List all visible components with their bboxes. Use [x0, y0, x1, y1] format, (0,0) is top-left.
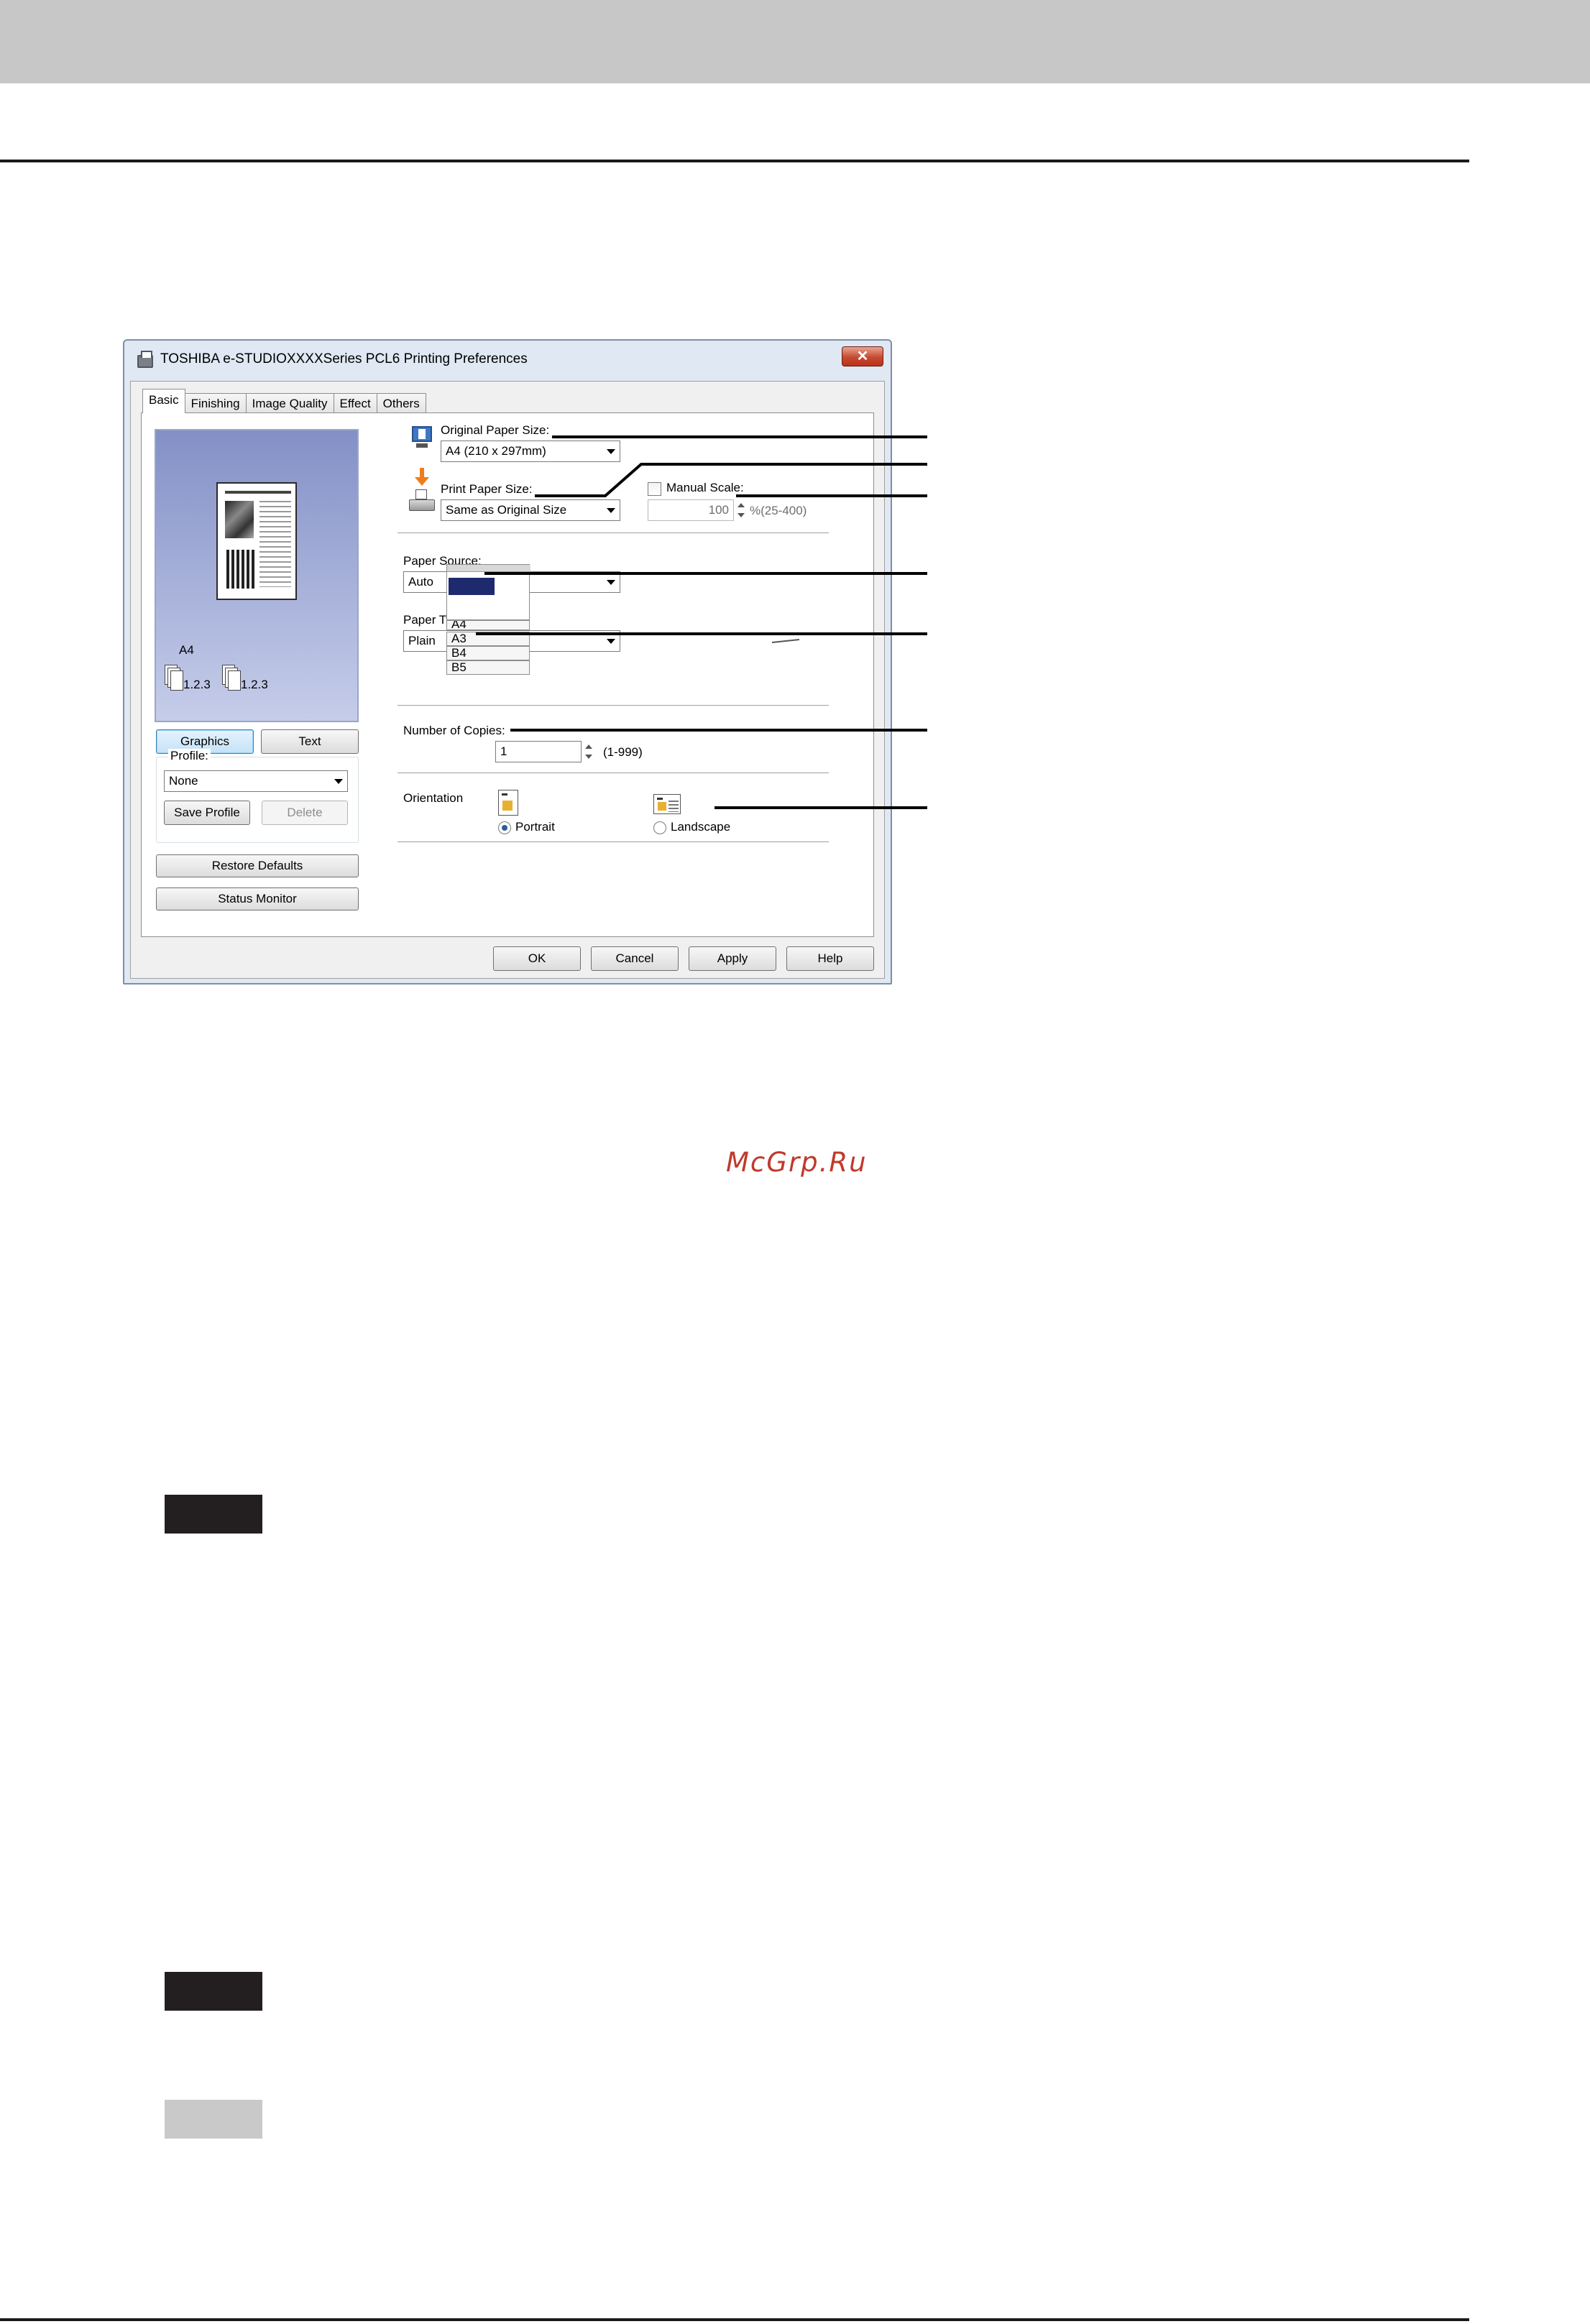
- print-paper-size-select[interactable]: Same as Original Size: [441, 499, 620, 521]
- print-paper-size-label: Print Paper Size:: [441, 482, 533, 496]
- page-preview: A4 1.2.3 1.2.3: [155, 429, 359, 722]
- portrait-radio[interactable]: [498, 821, 511, 834]
- machine-icon: A4 A3 B4 B5: [446, 564, 534, 691]
- tray-4[interactable]: B5: [446, 660, 530, 675]
- stack-icon: 1.2.3: [221, 665, 278, 693]
- chevron-down-icon: [607, 449, 615, 454]
- tip-tag: [165, 2100, 262, 2139]
- printing-preferences-dialog: TOSHIBA e-STUDIOXXXXSeries PCL6 Printing…: [123, 339, 892, 985]
- status-monitor-button[interactable]: Status Monitor: [156, 887, 359, 910]
- title-bar[interactable]: TOSHIBA e-STUDIOXXXXSeries PCL6 Printing…: [124, 341, 891, 385]
- watermark: McGrp.Ru: [726, 1147, 868, 1178]
- paper-type-value: Plain: [408, 634, 436, 647]
- separator: [398, 705, 829, 706]
- portrait-icon: [498, 790, 518, 816]
- note-tag: [165, 1495, 262, 1534]
- copies-label: Number of Copies:: [403, 724, 505, 737]
- window-title: TOSHIBA e-STUDIOXXXXSeries PCL6 Printing…: [160, 351, 528, 366]
- profile-select[interactable]: None: [164, 770, 348, 792]
- ok-button[interactable]: OK: [493, 946, 581, 971]
- dialog-client: Basic Finishing Image Quality Effect Oth…: [130, 381, 885, 979]
- manual-page: TOSHIBA e-STUDIOXXXXSeries PCL6 Printing…: [0, 0, 1590, 2324]
- separator: [398, 532, 829, 533]
- tab-others[interactable]: Others: [376, 393, 426, 413]
- separator: [398, 841, 829, 842]
- portrait-label[interactable]: Portrait: [515, 820, 555, 834]
- manual-scale-input[interactable]: 100: [648, 499, 734, 521]
- help-button[interactable]: Help: [786, 946, 874, 971]
- save-profile-button[interactable]: Save Profile: [164, 801, 250, 825]
- landscape-radio[interactable]: [653, 821, 666, 834]
- manual-scale-checkbox[interactable]: [648, 482, 661, 496]
- delete-profile-button[interactable]: Delete: [262, 801, 348, 825]
- print-paper-size-value: Same as Original Size: [446, 503, 567, 517]
- header-rule: [0, 160, 1469, 162]
- tab-effect[interactable]: Effect: [333, 393, 377, 413]
- copies-input[interactable]: 1: [495, 741, 582, 762]
- profile-value: None: [169, 774, 198, 788]
- collate-icon: 1.2.3: [163, 665, 221, 693]
- chevron-down-icon: [334, 779, 343, 784]
- close-icon[interactable]: ✕: [842, 346, 883, 366]
- original-paper-size-select[interactable]: A4 (210 x 297mm): [441, 441, 620, 462]
- printer-paper-icon: [409, 489, 435, 512]
- preview-paper-size: A4: [179, 643, 194, 657]
- tab-image-quality[interactable]: Image Quality: [245, 393, 334, 413]
- tray-3[interactable]: B4: [446, 646, 530, 660]
- machine-body: [446, 564, 530, 620]
- paper-source-value: Auto: [408, 575, 433, 589]
- tray-2[interactable]: A3: [446, 632, 530, 646]
- chevron-down-icon: [607, 508, 615, 513]
- printer-icon: [137, 351, 153, 368]
- chevron-down-icon: [607, 639, 615, 644]
- header-band: [0, 0, 1590, 83]
- preview-document: [216, 482, 297, 600]
- orientation-label: Orientation: [403, 791, 464, 805]
- tab-finishing[interactable]: Finishing: [184, 393, 247, 413]
- apply-button[interactable]: Apply: [689, 946, 776, 971]
- note-tag: [165, 1972, 262, 2011]
- landscape-icon: [653, 794, 681, 814]
- profile-label: Profile:: [168, 749, 211, 763]
- manual-scale-range: %(25-400): [750, 504, 807, 517]
- copy-order-label: 1.2.3: [183, 678, 211, 691]
- basic-tab-panel: A4 1.2.3 1.2.3 Graphics Text Profile: No…: [141, 412, 874, 937]
- copies-spinner[interactable]: [583, 741, 594, 762]
- tray-1[interactable]: A4: [446, 620, 530, 630]
- restore-defaults-button[interactable]: Restore Defaults: [156, 854, 359, 877]
- tab-basic[interactable]: Basic: [142, 389, 185, 413]
- down-arrow-icon: [415, 468, 429, 487]
- chevron-down-icon: [607, 580, 615, 585]
- copy-order-label: 1.2.3: [241, 678, 268, 691]
- tab-strip: Basic Finishing Image Quality Effect Oth…: [142, 389, 426, 413]
- manual-scale-label: Manual Scale:: [666, 481, 744, 494]
- profile-group: Profile: None Save Profile Delete: [156, 749, 359, 843]
- landscape-label[interactable]: Landscape: [671, 820, 730, 834]
- text-button[interactable]: Text: [261, 729, 359, 754]
- footer-rule: [0, 2318, 1469, 2321]
- original-paper-size-value: A4 (210 x 297mm): [446, 444, 546, 458]
- cancel-button[interactable]: Cancel: [591, 946, 679, 971]
- manual-scale-spinner[interactable]: [735, 499, 747, 521]
- monitor-icon: [410, 426, 433, 449]
- original-paper-size-label: Original Paper Size:: [441, 423, 550, 437]
- copies-range: (1-999): [603, 745, 643, 759]
